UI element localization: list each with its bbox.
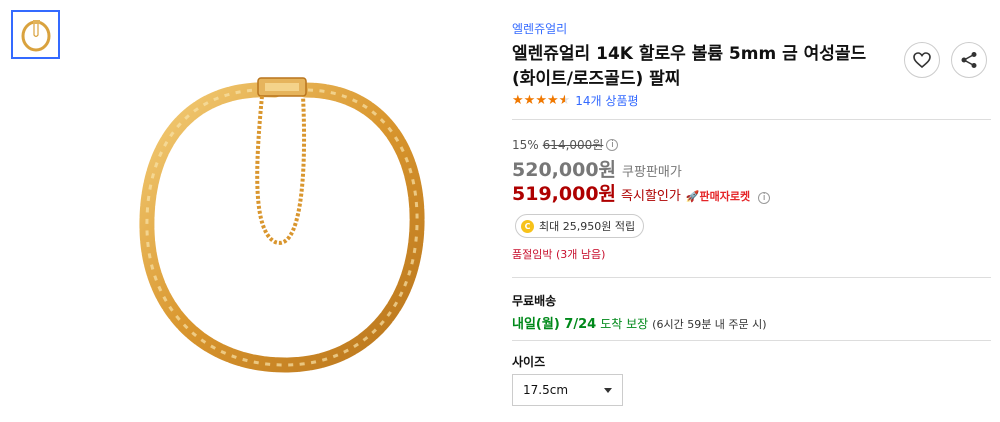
size-label: 사이즈 [512,355,546,369]
info-icon[interactable]: i [758,192,771,204]
half-star-icon: ★ [558,92,571,108]
size-selected-value: 17.5cm [523,383,569,397]
arrival-date: 내일(월) 7/24 [512,317,597,332]
coupang-price-row: 520,000원 쿠팡판매가 [512,155,682,182]
discount-rate: 15% [512,137,539,152]
instant-discount-row: 519,000원 즉시할인가 🚀판매자로켓 i [512,179,771,206]
coin-icon: C [521,219,534,233]
size-select[interactable]: 17.5cm [512,374,623,406]
instant-discount-label: 즉시할인가 [621,189,681,204]
star-rating: ★ ★ ★ ★ ★ [512,92,571,108]
brand-link[interactable]: 엘렌쥬얼리 [512,20,567,37]
rating-row[interactable]: ★ ★ ★ ★ ★ 14개 상품평 [512,92,639,109]
stock-status: 품절임박 (3개 남음) [512,248,606,261]
coupang-price-label: 쿠팡판매가 [622,165,682,180]
star-icon: ★ [535,92,547,108]
arrival-info: 내일(월) 7/24 도착 보장 (6시간 59분 내 주문 시) [512,313,767,332]
divider [512,277,991,278]
heart-icon [913,52,931,68]
product-thumbnail[interactable] [11,10,60,59]
product-main-image [139,77,425,373]
share-icon [961,52,977,68]
info-icon[interactable]: i [606,138,619,151]
order-cutoff-note: (6시간 59분 내 주문 시) [652,318,767,331]
star-icon: ★ [512,92,524,108]
thumbnail-image [21,19,50,51]
coupang-price: 520,000원 [512,159,617,181]
star-icon: ★ [546,92,559,108]
cashback-label: 최대 25,950원 적립 [539,220,636,233]
wishlist-button[interactable] [904,42,940,78]
original-price: 614,000원 [542,138,604,152]
cashback-chip[interactable]: C 최대 25,950원 적립 [515,214,645,238]
review-count-link[interactable]: 14개 상품평 [575,92,638,109]
instant-discount-price: 519,000원 [512,183,617,205]
divider [512,340,991,341]
share-button[interactable] [951,42,987,78]
arrival-guarantee: 도착 보장 [600,317,649,331]
star-icon: ★ [523,92,536,108]
divider [512,119,991,120]
shipping-title: 무료배송 [512,294,557,308]
product-title: 엘렌쥬얼리 14K 할로우 볼륨 5mm 금 여성골드(화이트/로즈골드) 팔찌 [512,44,867,89]
seller-rocket-badge: 🚀판매자로켓 [685,190,751,203]
discount-row: 15% 614,000원 i [512,136,619,153]
chevron-down-icon [604,387,612,393]
